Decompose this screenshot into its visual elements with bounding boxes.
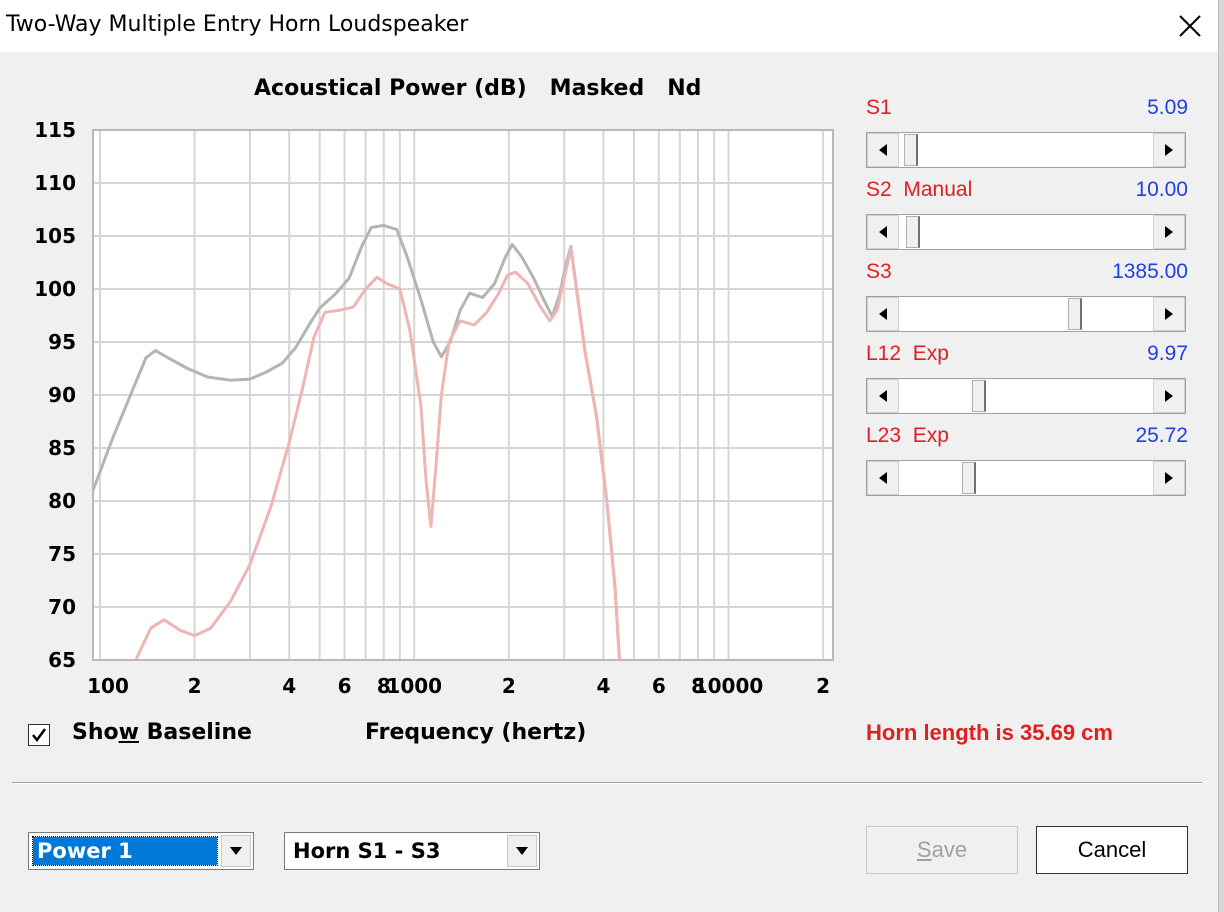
- save-label: ave: [931, 837, 968, 862]
- y-tick-label: 90: [48, 383, 76, 407]
- show-baseline-label[interactable]: Show Baseline: [72, 720, 252, 745]
- arrow-right-icon: [1165, 308, 1173, 320]
- chevron-down-icon: [516, 847, 528, 855]
- x-tick-label: 6: [338, 674, 352, 698]
- slider-value: 25.72: [1135, 424, 1188, 447]
- slider-value: 1385.00: [1112, 260, 1188, 283]
- y-tick-label: 65: [48, 648, 76, 672]
- slider-scrollbar[interactable]: [866, 460, 1186, 496]
- scroll-left-button[interactable]: [867, 215, 899, 249]
- slider-label: L12 Exp: [866, 342, 949, 365]
- scroll-left-button[interactable]: [867, 461, 899, 495]
- slider-value: 9.97: [1147, 342, 1188, 365]
- y-tick-label: 75: [48, 542, 76, 566]
- chart-title: Acoustical Power (dB) Masked Nd: [254, 76, 702, 101]
- label-part: Sho: [72, 720, 119, 745]
- y-tick-label: 110: [34, 171, 76, 195]
- slider-thumb[interactable]: [971, 380, 986, 412]
- scroll-left-button[interactable]: [867, 133, 899, 167]
- save-button[interactable]: Save: [866, 826, 1018, 874]
- y-tick-label: 105: [34, 224, 76, 248]
- slider-scrollbar[interactable]: [866, 378, 1186, 414]
- slider-thumb[interactable]: [906, 216, 921, 248]
- y-tick-label: 85: [48, 436, 76, 460]
- x-tick-label: 1000: [386, 674, 442, 698]
- slider-label: S2 Manual: [866, 178, 973, 201]
- x-tick-label: 4: [282, 674, 296, 698]
- horn-select[interactable]: Horn S1 - S3: [284, 832, 540, 870]
- y-tick-label: 95: [48, 330, 76, 354]
- chevron-down-icon: [230, 847, 242, 855]
- x-tick-labels: 100 2 4 6 81000 2 4 6 810000 2: [87, 674, 830, 698]
- power-dropdown-button[interactable]: [221, 835, 251, 867]
- slider-thumb[interactable]: [903, 134, 918, 166]
- scroll-left-button[interactable]: [867, 297, 899, 331]
- horn-length-label: Horn length is 35.69 cm: [866, 720, 1113, 745]
- arrow-left-icon: [879, 472, 887, 484]
- arrow-right-icon: [1165, 144, 1173, 156]
- title-bar: Two-Way Multiple Entry Horn Loudspeaker: [0, 0, 1224, 52]
- arrow-left-icon: [879, 390, 887, 402]
- x-axis-label: Frequency (hertz): [365, 720, 587, 745]
- close-icon: [1179, 15, 1201, 37]
- horn-select-value: Horn S1 - S3: [293, 839, 441, 863]
- arrow-left-icon: [879, 144, 887, 156]
- separator: [12, 782, 1202, 784]
- power-chart: 11511010510095908580757065 100 2 4 6 81000 2 4…: [34, 118, 834, 698]
- show-baseline-checkbox[interactable]: [28, 724, 50, 746]
- x-tick-label: 100: [87, 674, 129, 698]
- arrow-right-icon: [1165, 226, 1173, 238]
- slider-scrollbar[interactable]: [866, 132, 1186, 168]
- window-title: Two-Way Multiple Entry Horn Loudspeaker: [6, 12, 469, 37]
- slider-value: 10.00: [1135, 178, 1188, 201]
- checkmark-icon: [32, 728, 47, 743]
- y-tick-label: 70: [48, 595, 76, 619]
- cancel-button[interactable]: Cancel: [1036, 826, 1188, 874]
- y-tick-label: 100: [34, 277, 76, 301]
- slider-scrollbar[interactable]: [866, 296, 1186, 332]
- slider-thumb[interactable]: [961, 462, 976, 494]
- y-tick-labels: 115 110 105 100 95 90 85 80 75 70 65: [34, 118, 76, 672]
- x-tick-label: 10000: [694, 674, 764, 698]
- scroll-right-button[interactable]: [1153, 133, 1185, 167]
- background-window-edge: [1218, 0, 1224, 912]
- arrow-right-icon: [1165, 472, 1173, 484]
- arrow-left-icon: [879, 308, 887, 320]
- y-tick-label: 115: [34, 118, 76, 142]
- slider-label: S3: [866, 260, 892, 283]
- power-select-value: Power 1: [32, 836, 218, 866]
- slider-label: L23 Exp: [866, 424, 949, 447]
- y-tick-label: 80: [48, 489, 76, 513]
- scroll-right-button[interactable]: [1153, 215, 1185, 249]
- arrow-left-icon: [879, 226, 887, 238]
- label-part: Baseline: [138, 720, 252, 745]
- slider-value: 5.09: [1147, 96, 1188, 119]
- slider-thumb[interactable]: [1068, 298, 1083, 330]
- accelerator-key: S: [916, 837, 932, 862]
- x-tick-label: 4: [597, 674, 611, 698]
- close-button[interactable]: [1166, 6, 1214, 46]
- slider-label: S1: [866, 96, 892, 119]
- scroll-right-button[interactable]: [1153, 379, 1185, 413]
- scroll-right-button[interactable]: [1153, 297, 1185, 331]
- x-tick-label: 6: [652, 674, 666, 698]
- accelerator-key: w: [118, 720, 139, 745]
- horn-dropdown-button[interactable]: [507, 835, 537, 867]
- scroll-right-button[interactable]: [1153, 461, 1185, 495]
- power-select[interactable]: Power 1: [28, 832, 254, 870]
- x-tick-label: 2: [188, 674, 202, 698]
- x-tick-label: 2: [502, 674, 516, 698]
- arrow-right-icon: [1165, 390, 1173, 402]
- scroll-left-button[interactable]: [867, 379, 899, 413]
- slider-scrollbar[interactable]: [866, 214, 1186, 250]
- x-tick-label: 2: [816, 674, 830, 698]
